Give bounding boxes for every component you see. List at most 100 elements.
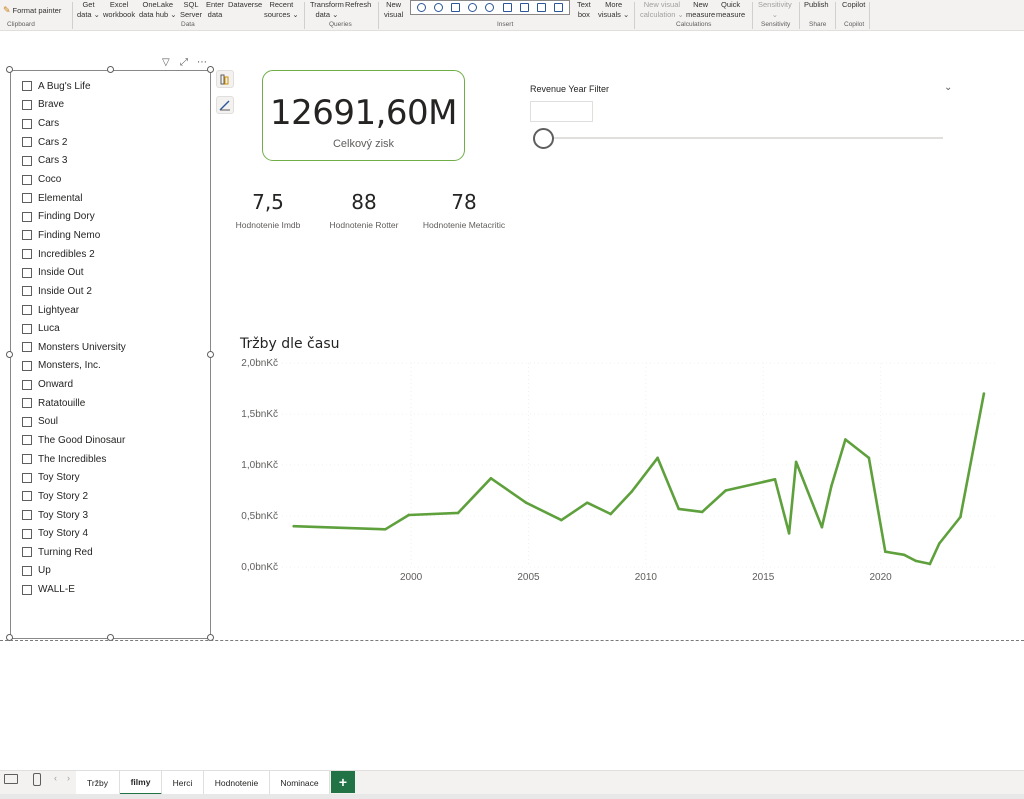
year-filter-input[interactable] [530, 101, 593, 122]
sql-server-button[interactable]: SQL Server [180, 0, 202, 19]
slicer-item[interactable]: Monsters, Inc. [22, 357, 126, 376]
checkbox[interactable] [22, 305, 32, 315]
data-point[interactable] [609, 512, 612, 516]
visual-gallery[interactable] [410, 0, 570, 15]
add-page-button[interactable]: + [331, 771, 355, 793]
more-visuals-button[interactable]: More visuals ⌄ [598, 0, 629, 19]
checkbox[interactable] [22, 416, 32, 427]
data-point[interactable] [959, 515, 962, 519]
data-point[interactable] [830, 485, 833, 488]
rotten-rating-card[interactable]: 88 Hodnotenie Rotter [309, 190, 419, 230]
slicer-item[interactable]: The Incredibles [22, 450, 126, 469]
focus-mode-icon[interactable]: ⤢ [180, 57, 188, 68]
slicer-item[interactable]: Monsters University [22, 338, 126, 357]
slicer-item[interactable]: Onward [22, 375, 126, 394]
checkbox[interactable] [22, 435, 32, 446]
multi-row-card-icon[interactable] [519, 3, 529, 12]
checkbox[interactable] [22, 584, 32, 595]
data-point[interactable] [292, 524, 296, 528]
resize-handle[interactable] [6, 66, 13, 73]
checkbox[interactable] [22, 211, 32, 222]
resize-handle[interactable] [207, 66, 214, 73]
card-icon[interactable] [502, 3, 512, 12]
movie-slicer[interactable]: A Bug's Life Brave Cars Cars 2 Cars 3 Coco Ele… [10, 70, 211, 639]
refresh-button[interactable]: Refresh [345, 0, 371, 10]
format-painter-button[interactable]: ✎ Format painter [3, 5, 61, 16]
get-data-button[interactable]: Get data ⌄ [77, 0, 100, 19]
data-point[interactable] [982, 392, 986, 395]
slicer-item[interactable]: Incredibles 2 [22, 245, 126, 264]
more-options-icon[interactable]: ⋯ [197, 57, 207, 68]
slicer-item[interactable]: Finding Dory [22, 207, 126, 226]
slicer-item[interactable]: Toy Story 2 [22, 487, 126, 506]
data-point[interactable] [902, 553, 906, 557]
slicer-item[interactable]: Cars [22, 114, 126, 133]
checkbox[interactable] [22, 565, 32, 576]
checkbox[interactable] [22, 81, 32, 92]
matrix-icon[interactable] [553, 3, 563, 12]
slicer-item[interactable]: Finding Nemo [22, 226, 126, 245]
slicer-item[interactable]: Coco [22, 170, 126, 189]
resize-handle[interactable] [207, 351, 214, 358]
slicer-item[interactable]: Inside Out [22, 263, 126, 282]
filter-icon[interactable]: ▽ [162, 57, 170, 68]
tab-filmy[interactable]: filmy [120, 771, 162, 795]
data-point[interactable] [560, 518, 563, 522]
checkbox[interactable] [22, 528, 32, 539]
tab-trzby[interactable]: Tržby [76, 771, 120, 795]
data-point[interactable] [407, 513, 411, 517]
table-icon[interactable] [536, 3, 546, 12]
slicer-item[interactable]: Toy Story 4 [22, 524, 126, 543]
data-point[interactable] [794, 460, 798, 464]
resize-handle[interactable] [107, 66, 114, 73]
tab-hodnotenie[interactable]: Hodnotenie [204, 771, 270, 795]
checkbox[interactable] [22, 286, 32, 297]
slicer-item[interactable]: Toy Story 3 [22, 506, 126, 525]
checkbox[interactable] [22, 174, 32, 185]
slicer-item[interactable]: The Good Dinosaur [22, 431, 126, 450]
checkbox[interactable] [22, 99, 32, 110]
new-visual-button[interactable]: New visual [384, 0, 403, 19]
slicer-item[interactable]: Ratatouille [22, 394, 126, 413]
revenue-line-chart[interactable]: 0,0bnKč 0,5bnKč 1,0bnKč 1,5bnKč 2,0bnKč 2000 2… [230, 355, 1000, 595]
slicer-item[interactable]: WALL-E [22, 580, 126, 599]
chevron-right-icon[interactable]: › [67, 773, 70, 783]
pie-chart-icon[interactable] [417, 3, 427, 12]
slicer-item[interactable]: Brave [22, 96, 126, 115]
checkbox[interactable] [22, 379, 32, 390]
dataverse-button[interactable]: Dataverse [228, 0, 262, 10]
checkbox[interactable] [22, 342, 32, 353]
checkbox[interactable] [22, 267, 32, 278]
checkbox[interactable] [22, 472, 32, 483]
data-point[interactable] [867, 456, 871, 460]
checkbox[interactable] [22, 398, 32, 409]
chevron-down-icon[interactable]: ⌄ [944, 82, 952, 93]
analytics-button[interactable] [216, 96, 234, 114]
tab-herci[interactable]: Herci [162, 771, 204, 795]
data-point[interactable] [489, 476, 493, 480]
metacritic-rating-card[interactable]: 78 Hodnotenie Metacritic [409, 190, 519, 230]
data-point[interactable] [914, 559, 918, 563]
total-profit-card[interactable]: 12691,60M Celkový zisk [262, 70, 465, 161]
data-point[interactable] [656, 456, 659, 460]
checkbox[interactable] [22, 510, 32, 521]
slicer-item[interactable]: Cars 2 [22, 133, 126, 152]
data-point[interactable] [884, 550, 887, 553]
new-measure-button[interactable]: New measure [686, 0, 715, 19]
data-point[interactable] [787, 532, 791, 535]
checkbox[interactable] [22, 193, 32, 204]
imdb-rating-card[interactable]: 7,5 Hodnotenie Imdb [213, 190, 323, 230]
data-point[interactable] [677, 507, 681, 511]
slicer-item[interactable]: Soul [22, 413, 126, 432]
slicer-item[interactable]: Elemental [22, 189, 126, 208]
year-slider-track[interactable] [543, 137, 943, 139]
excel-workbook-button[interactable]: Excel workbook [103, 0, 135, 19]
checkbox[interactable] [22, 547, 32, 558]
checkbox[interactable] [22, 454, 32, 465]
bar-chart-icon[interactable] [451, 3, 461, 12]
slicer-item[interactable]: Turning Red [22, 543, 126, 562]
mobile-view-icon[interactable] [33, 773, 41, 786]
slicer-item[interactable]: A Bug's Life [22, 77, 126, 96]
resize-handle[interactable] [6, 351, 13, 358]
text-box-button[interactable]: Text box [577, 0, 591, 19]
